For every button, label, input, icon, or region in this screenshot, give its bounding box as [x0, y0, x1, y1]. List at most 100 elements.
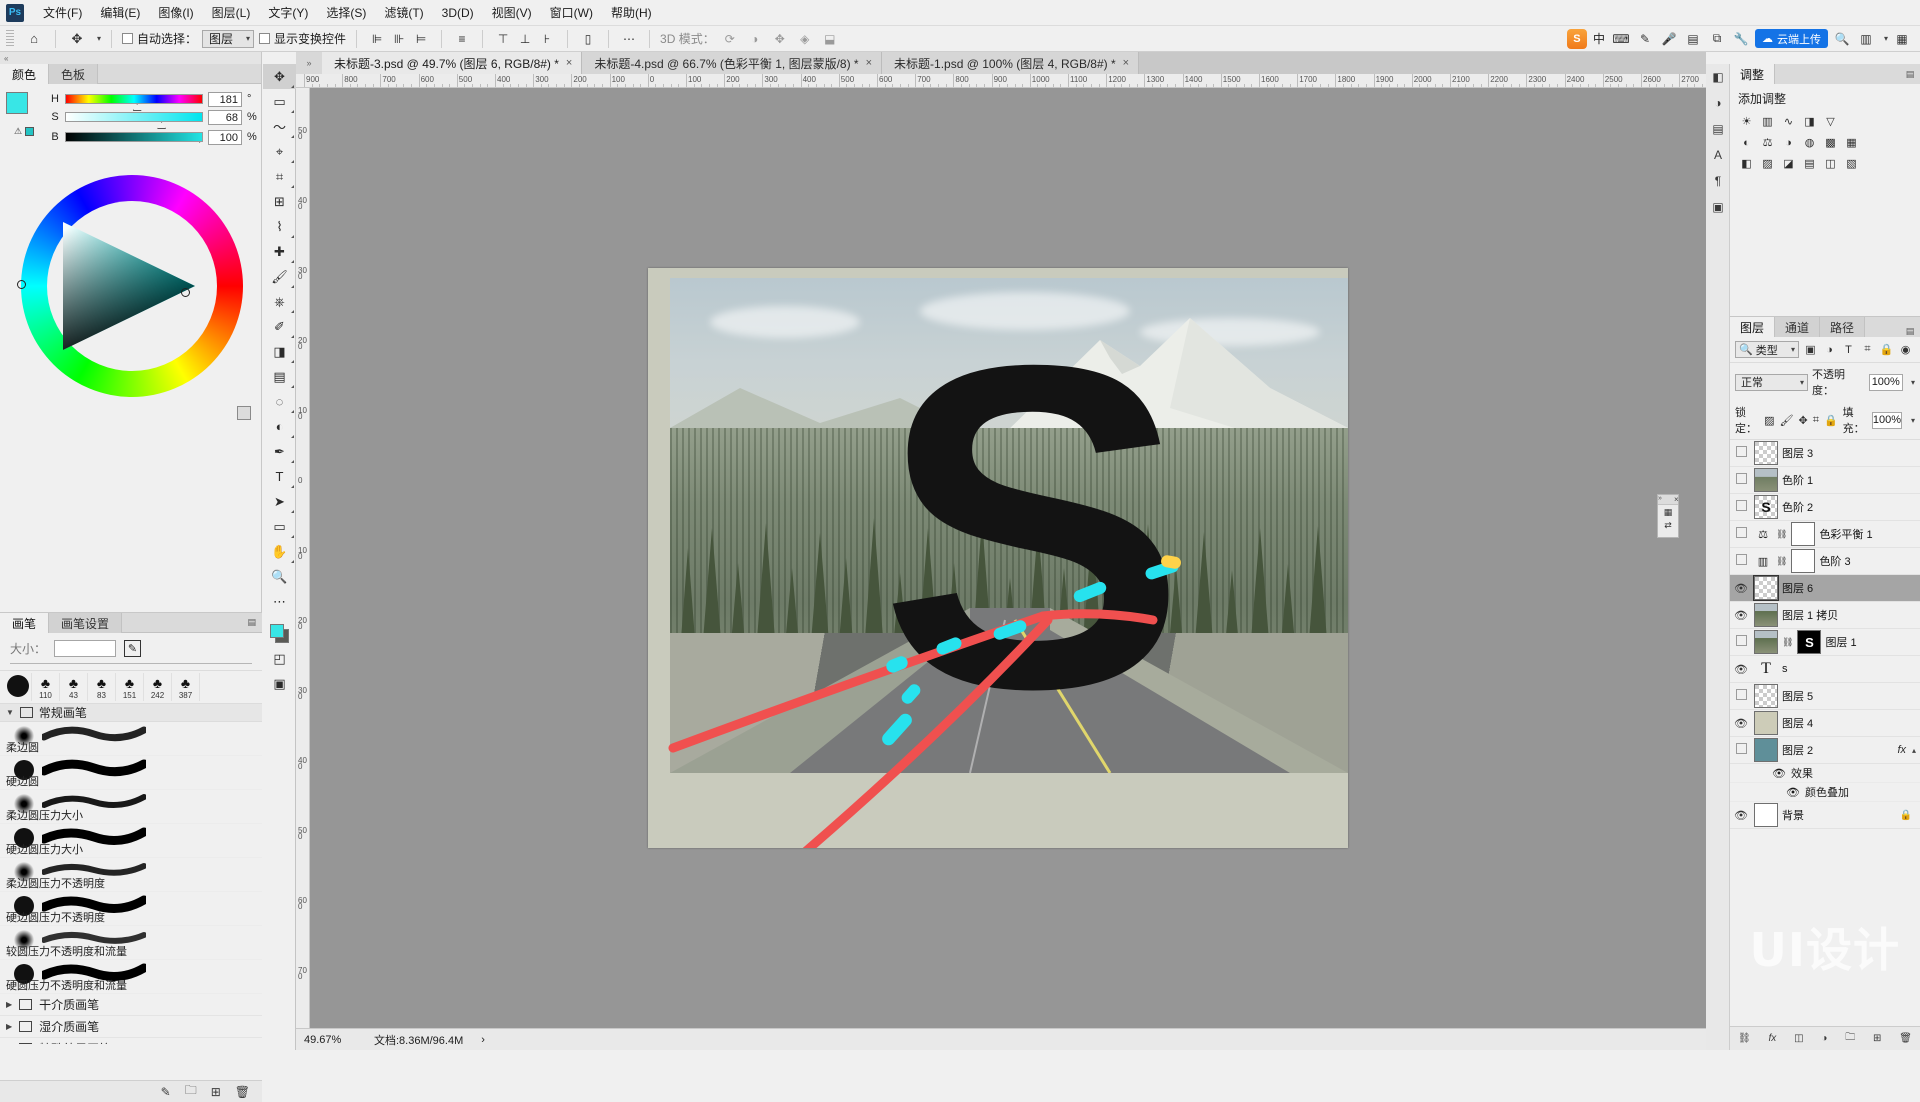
layer-row[interactable]: 👁 图层 4 [1730, 710, 1920, 737]
brightness-icon[interactable]: ☀ [1738, 114, 1755, 129]
lock-artboard-icon[interactable]: ⌗ [1813, 414, 1819, 427]
align-bottom-icon[interactable]: ⊦ [537, 29, 557, 49]
black-white-icon[interactable]: ◑ [1780, 135, 1797, 150]
tab-swatches[interactable]: 色板 [49, 64, 98, 84]
link-mask-icon[interactable]: ⛓ [1776, 529, 1787, 540]
layer-thumbnail[interactable] [1754, 468, 1778, 492]
blur-tool[interactable]: ◌ [263, 389, 296, 414]
status-expand-icon[interactable]: › [481, 1034, 485, 1046]
move-tool[interactable]: ✥ [263, 64, 296, 89]
screenshot-icon[interactable]: ⧉ [1707, 29, 1727, 49]
visibility-toggle[interactable] [1732, 500, 1750, 514]
brush-preset-0[interactable] [4, 673, 32, 701]
type-filter-icon[interactable]: T [1841, 342, 1856, 357]
tab-color[interactable]: 颜色 [0, 64, 49, 84]
more-options-icon[interactable]: ⋯ [619, 29, 639, 49]
pen-tool[interactable]: ✒ [263, 439, 296, 464]
ruler-horizontal[interactable]: 9008007006005004003002001000100200300400… [296, 74, 1706, 88]
lock-all-icon[interactable]: 🔒 [1824, 414, 1838, 427]
workspace-icon[interactable]: ▦ [1892, 29, 1912, 49]
saturation-value[interactable]: 68 [208, 110, 242, 125]
menu-layer[interactable]: 图层(L) [203, 1, 260, 24]
visibility-toggle[interactable] [1732, 554, 1750, 568]
new-group-icon[interactable]: 🗀 [1845, 1030, 1855, 1047]
healing-brush-tool[interactable]: ✚ [263, 239, 296, 264]
canvas-area[interactable]: S [310, 88, 1706, 1028]
brush-item[interactable]: 硬圆压力不透明度和流量 [0, 960, 262, 994]
brush-preset-1[interactable]: ♣ 110 [32, 673, 60, 701]
layer-row-selected[interactable]: 👁 图层 6 [1730, 575, 1920, 602]
foreground-color-swatch[interactable] [6, 92, 28, 114]
brush-folder-special[interactable]: ▶ 特殊效果画笔 [0, 1038, 262, 1044]
visibility-toggle[interactable]: 👁 [1772, 767, 1786, 780]
roll-3d-icon[interactable]: ◑ [745, 29, 765, 49]
object-selection-tool[interactable]: ⌖ [263, 139, 296, 164]
new-adjustment-icon[interactable]: ◑ [1821, 1033, 1827, 1044]
chevron-down-icon[interactable]: ▾ [1884, 34, 1888, 43]
crop-tool[interactable]: ⌗ [263, 164, 296, 189]
cloud-upload-button[interactable]: ☁ 云端上传 [1755, 29, 1828, 48]
brush-item[interactable]: 硬边圆压力大小 [0, 824, 262, 858]
menu-file[interactable]: 文件(F) [34, 1, 91, 24]
photo-filter-icon[interactable]: ◍ [1801, 135, 1818, 150]
wheel-hue-marker[interactable] [17, 280, 26, 289]
visibility-toggle[interactable] [1732, 527, 1750, 541]
brightness-slider[interactable] [65, 132, 203, 142]
color-balance-icon[interactable]: ⚖ [1759, 135, 1776, 150]
delete-layer-icon[interactable]: 🗑 [1899, 1033, 1912, 1044]
exposure-icon[interactable]: ◨ [1801, 114, 1818, 129]
adjustments-icon[interactable]: ◑ [1706, 90, 1730, 116]
edit-toolbar-icon[interactable]: ⋯ [263, 589, 296, 614]
layer-name[interactable]: 色阶 3 [1819, 553, 1850, 569]
link-mask-icon[interactable]: ⛓ [1776, 556, 1787, 567]
saturation-slider-thumb[interactable] [157, 122, 166, 129]
float-panel-collapse-icon[interactable]: » [1658, 495, 1662, 502]
left-dock-collapse[interactable]: « [0, 52, 261, 64]
document-tab-1[interactable]: 未标题-3.psd @ 49.7% (图层 6, RGB/8#) * × [322, 52, 582, 74]
layer-thumbnail[interactable] [1754, 441, 1778, 465]
zoom-level[interactable]: 49.67% [304, 1034, 356, 1046]
menu-edit[interactable]: 编辑(E) [91, 1, 149, 24]
align-middle-v-icon[interactable]: ⊥ [515, 29, 535, 49]
chevron-down-icon[interactable]: ▾ [1911, 416, 1915, 425]
close-icon[interactable]: × [1123, 57, 1129, 69]
ime-logo-icon[interactable]: S [1567, 29, 1587, 49]
options-bar-grip[interactable] [6, 30, 14, 48]
web-safe-icon[interactable] [25, 127, 34, 136]
mic-icon[interactable]: 🎤 [1659, 29, 1679, 49]
color-triangle[interactable] [61, 218, 197, 354]
character-icon[interactable]: A [1706, 142, 1730, 168]
layer-row[interactable]: 色阶 1 [1730, 467, 1920, 494]
color-swatches[interactable] [6, 92, 42, 122]
rotate-3d-icon[interactable]: ⟳ [720, 29, 740, 49]
panel-menu-icon[interactable]: ▤ [1900, 64, 1920, 84]
layer-mask-thumbnail[interactable] [1791, 522, 1815, 546]
tab-brush[interactable]: 画笔 [0, 613, 49, 633]
tab-paths[interactable]: 路径 [1820, 317, 1865, 337]
layer-row[interactable]: 👁 背景 🔒 [1730, 802, 1920, 829]
layer-thumbnail[interactable] [1754, 738, 1778, 762]
layer-thumbnail[interactable] [1754, 803, 1778, 827]
layer-row[interactable]: 图层 5 [1730, 683, 1920, 710]
filter-toggle-icon[interactable]: ◉ [1898, 342, 1913, 357]
chevron-down-icon[interactable]: ▾ [97, 34, 101, 43]
panel-menu-icon[interactable]: ▤ [1900, 326, 1920, 337]
visibility-toggle[interactable]: 👁 [1732, 717, 1750, 730]
layer-scope-select[interactable]: 图层 ▾ [202, 30, 254, 48]
menu-help[interactable]: 帮助(H) [602, 1, 661, 24]
layer-row[interactable]: ⛓ S 图层 1 [1730, 629, 1920, 656]
marquee-tool[interactable]: ▭ [263, 89, 296, 114]
pixel-filter-icon[interactable]: ▣ [1803, 342, 1818, 357]
align-top-icon[interactable]: ⊤ [493, 29, 513, 49]
layer-name[interactable]: 图层 2 [1782, 742, 1813, 758]
layer-thumbnail[interactable]: S [1754, 495, 1778, 519]
document-canvas[interactable]: S [648, 268, 1348, 848]
blend-mode-select[interactable]: 正常 ▾ [1735, 374, 1808, 391]
clone-source-icon[interactable]: ▦ [1664, 507, 1673, 518]
out-of-gamut-warning-icon[interactable]: ⚠ [14, 126, 22, 137]
foreground-background-colors[interactable] [263, 621, 296, 646]
layer-name[interactable]: 背景 [1782, 807, 1804, 823]
visibility-toggle[interactable]: 👁 [1732, 582, 1750, 595]
tab-brush-settings[interactable]: 画笔设置 [49, 613, 122, 633]
chevron-down-icon[interactable]: ▾ [1911, 378, 1915, 387]
